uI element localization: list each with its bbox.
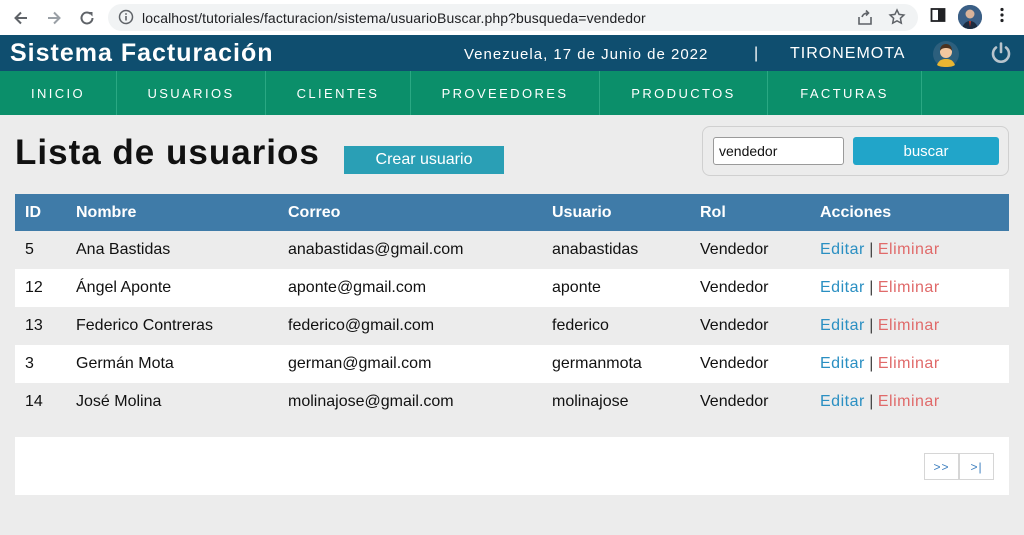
table-header-row: ID Nombre Correo Usuario Rol Acciones	[15, 194, 1009, 231]
page-title: Lista de usuarios	[15, 133, 320, 172]
edit-link[interactable]: Editar	[820, 241, 865, 258]
header-separator: |	[754, 45, 759, 62]
star-icon[interactable]	[888, 8, 906, 31]
cell-correo: aponte@gmail.com	[278, 269, 542, 307]
cell-nombre: Federico Contreras	[66, 307, 278, 345]
cell-acciones: Editar | Eliminar	[810, 345, 1009, 383]
header-username: TIRONEMOTA	[790, 45, 906, 62]
url-text: localhost/tutoriales/facturacion/sistema…	[142, 10, 646, 26]
cell-id: 13	[15, 307, 66, 345]
menu-item-usuarios[interactable]: USUARIOS	[117, 71, 266, 115]
delete-link[interactable]: Eliminar	[878, 355, 940, 372]
search-button[interactable]: buscar	[853, 137, 999, 165]
reload-icon[interactable]	[76, 7, 98, 29]
cell-rol: Vendedor	[690, 383, 810, 421]
cell-nombre: Germán Mota	[66, 345, 278, 383]
column-header-rol: Rol	[690, 194, 810, 231]
last-page-button[interactable]: >|	[959, 453, 994, 480]
header-date: Venezuela, 17 de Junio de 2022	[464, 46, 709, 63]
pagination: >> >|	[15, 437, 1009, 495]
cell-usuario: germanmota	[542, 345, 690, 383]
column-header-nombre: Nombre	[66, 194, 278, 231]
edit-link[interactable]: Editar	[820, 393, 865, 410]
profile-avatar[interactable]	[958, 5, 982, 29]
table-row: 3 Germán Mota german@gmail.com germanmot…	[15, 345, 1009, 383]
cell-acciones: Editar | Eliminar	[810, 231, 1009, 269]
cell-correo: german@gmail.com	[278, 345, 542, 383]
user-avatar-icon	[933, 41, 959, 67]
menu-item-proveedores[interactable]: PROVEEDORES	[411, 71, 600, 115]
cell-usuario: molinajose	[542, 383, 690, 421]
back-icon[interactable]	[10, 7, 32, 29]
delete-link[interactable]: Eliminar	[878, 241, 940, 258]
action-separator: |	[869, 393, 874, 410]
info-icon[interactable]	[118, 9, 134, 30]
delete-link[interactable]: Eliminar	[878, 393, 940, 410]
create-user-button[interactable]: Crear usuario	[344, 146, 504, 174]
power-icon[interactable]	[989, 41, 1013, 65]
cell-correo: molinajose@gmail.com	[278, 383, 542, 421]
column-header-acciones: Acciones	[810, 194, 1009, 231]
table-row: 5 Ana Bastidas anabastidas@gmail.com ana…	[15, 231, 1009, 269]
column-header-usuario: Usuario	[542, 194, 690, 231]
forward-icon[interactable]	[43, 7, 65, 29]
delete-link[interactable]: Eliminar	[878, 317, 940, 334]
cell-usuario: aponte	[542, 269, 690, 307]
action-separator: |	[869, 317, 874, 334]
browser-toolbar: localhost/tutoriales/facturacion/sistema…	[0, 0, 1024, 35]
edit-link[interactable]: Editar	[820, 317, 865, 334]
edit-link[interactable]: Editar	[820, 279, 865, 296]
cell-acciones: Editar | Eliminar	[810, 307, 1009, 345]
column-header-correo: Correo	[278, 194, 542, 231]
cell-id: 14	[15, 383, 66, 421]
address-bar[interactable]: localhost/tutoriales/facturacion/sistema…	[108, 4, 918, 31]
cell-correo: federico@gmail.com	[278, 307, 542, 345]
cell-acciones: Editar | Eliminar	[810, 383, 1009, 421]
cell-usuario: federico	[542, 307, 690, 345]
cell-nombre: Ángel Aponte	[66, 269, 278, 307]
delete-link[interactable]: Eliminar	[878, 279, 940, 296]
table-row: 13 Federico Contreras federico@gmail.com…	[15, 307, 1009, 345]
cell-nombre: José Molina	[66, 383, 278, 421]
table-row: 12 Ángel Aponte aponte@gmail.com aponte …	[15, 269, 1009, 307]
menu-item-inicio[interactable]: INICIO	[0, 71, 117, 115]
cell-rol: Vendedor	[690, 231, 810, 269]
kebab-menu-icon[interactable]	[993, 6, 1011, 29]
users-table: ID Nombre Correo Usuario Rol Acciones 5 …	[15, 194, 1009, 421]
cell-usuario: anabastidas	[542, 231, 690, 269]
cell-id: 3	[15, 345, 66, 383]
app-title: Sistema Facturación	[10, 39, 274, 67]
share-icon[interactable]	[856, 9, 874, 32]
action-separator: |	[869, 355, 874, 372]
action-separator: |	[869, 279, 874, 296]
next-page-button[interactable]: >>	[924, 453, 959, 480]
main-menu: INICIO USUARIOS CLIENTES PROVEEDORES PRO…	[0, 71, 1024, 115]
cell-id: 5	[15, 231, 66, 269]
search-form: buscar	[702, 126, 1009, 176]
column-header-id: ID	[15, 194, 66, 231]
cell-acciones: Editar | Eliminar	[810, 269, 1009, 307]
cell-rol: Vendedor	[690, 269, 810, 307]
edit-link[interactable]: Editar	[820, 355, 865, 372]
cell-rol: Vendedor	[690, 307, 810, 345]
cell-correo: anabastidas@gmail.com	[278, 231, 542, 269]
cell-rol: Vendedor	[690, 345, 810, 383]
action-separator: |	[869, 241, 874, 258]
table-row: 14 José Molina molinajose@gmail.com moli…	[15, 383, 1009, 421]
search-input[interactable]	[713, 137, 844, 165]
sidepanel-icon[interactable]	[929, 6, 947, 29]
menu-item-clientes[interactable]: CLIENTES	[266, 71, 411, 115]
menu-item-productos[interactable]: PRODUCTOS	[600, 71, 768, 115]
menu-item-facturas[interactable]: FACTURAS	[768, 71, 922, 115]
app-header: Sistema Facturación Venezuela, 17 de Jun…	[0, 35, 1024, 71]
cell-id: 12	[15, 269, 66, 307]
cell-nombre: Ana Bastidas	[66, 231, 278, 269]
